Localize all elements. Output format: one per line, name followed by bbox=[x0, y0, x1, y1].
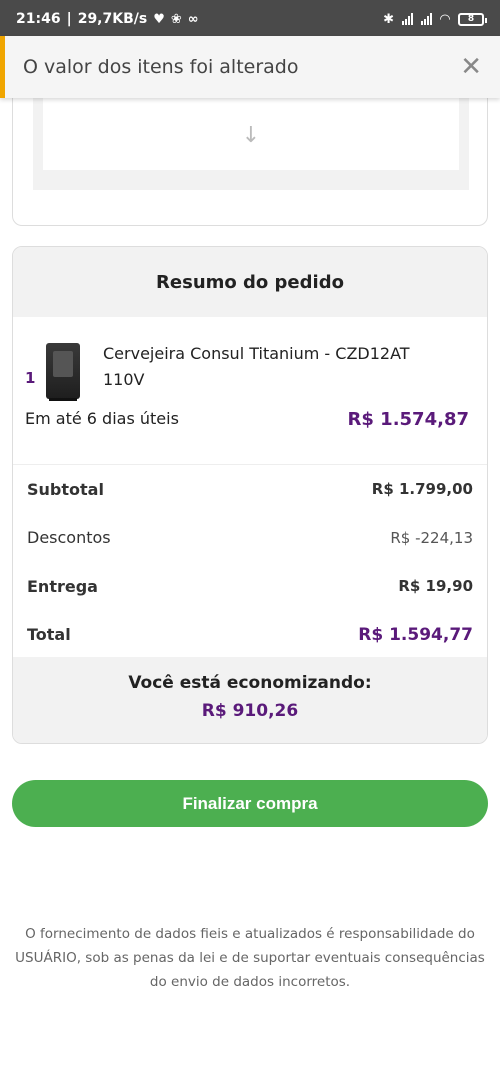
signal-icon-2 bbox=[421, 13, 432, 25]
total-label: Total bbox=[27, 625, 71, 645]
subtotal-label: Subtotal bbox=[27, 479, 104, 499]
previous-section-card: ↓ bbox=[12, 80, 488, 226]
discount-label: Descontos bbox=[27, 528, 111, 548]
total-row: Total R$ 1.594,77 bbox=[27, 611, 473, 660]
savings-value: R$ 910,26 bbox=[201, 701, 299, 721]
voicemail-icon: ∞ bbox=[187, 11, 199, 27]
status-divider: | bbox=[66, 11, 72, 27]
app-notification-icon: ❀ bbox=[170, 11, 182, 27]
bluetooth-icon: ✱ bbox=[383, 11, 394, 27]
item-name: Cervejeira Consul Titanium - CZD12AT 110… bbox=[103, 344, 410, 389]
battery-level: 8 bbox=[467, 14, 475, 24]
discount-value: R$ -224,13 bbox=[390, 528, 473, 547]
subtotal-value: R$ 1.799,00 bbox=[371, 480, 473, 499]
order-item: 1 Cervejeira Consul Titanium - CZD12AT 1… bbox=[13, 317, 487, 465]
status-bar-right: ✱ ◠ 8 bbox=[383, 11, 487, 27]
close-icon[interactable]: ✕ bbox=[460, 54, 482, 80]
disclaimer-text: O fornecimento de dados fieis e atualiza… bbox=[15, 926, 485, 990]
heart-icon: ♥ bbox=[153, 11, 165, 27]
item-quantity: 1 bbox=[25, 369, 36, 387]
total-value: R$ 1.594,77 bbox=[358, 624, 473, 645]
shipping-label: Entrega bbox=[27, 576, 98, 596]
shipping-value: R$ 19,90 bbox=[398, 577, 473, 596]
status-bar-left: 21:46 | 29,7KB/s ♥ ❀ ∞ bbox=[16, 11, 199, 27]
battery-icon: 8 bbox=[458, 12, 487, 26]
order-summary-title: Resumo do pedido bbox=[13, 247, 487, 317]
status-speed: 29,7KB/s bbox=[77, 11, 148, 27]
product-image bbox=[46, 343, 80, 401]
checkout-button[interactable]: Finalizar compra bbox=[12, 780, 488, 827]
shipping-row: Entrega R$ 19,90 bbox=[27, 562, 473, 611]
order-totals: Subtotal R$ 1.799,00 Descontos R$ -224,1… bbox=[13, 465, 487, 659]
arrow-down-icon: ↓ bbox=[241, 122, 261, 148]
status-bar: 21:46 | 29,7KB/s ♥ ❀ ∞ ✱ ◠ 8 bbox=[0, 0, 500, 38]
item-price: R$ 1.574,87 bbox=[347, 409, 469, 430]
wifi-icon: ◠ bbox=[440, 11, 450, 27]
savings-label: Você está economizando: bbox=[128, 673, 372, 693]
discount-row: Descontos R$ -224,13 bbox=[27, 514, 473, 563]
savings-box: Você está economizando: R$ 910,26 bbox=[13, 657, 487, 743]
order-summary-card: Resumo do pedido 1 Cervejeira Consul Tit… bbox=[12, 246, 488, 744]
status-time: 21:46 bbox=[16, 11, 61, 27]
price-changed-toast: O valor dos itens foi alterado ✕ bbox=[0, 36, 500, 98]
subtotal-row: Subtotal R$ 1.799,00 bbox=[27, 465, 473, 514]
signal-icon bbox=[402, 13, 413, 25]
toast-message: O valor dos itens foi alterado bbox=[23, 56, 299, 78]
item-delivery-time: Em até 6 dias úteis bbox=[25, 409, 179, 428]
